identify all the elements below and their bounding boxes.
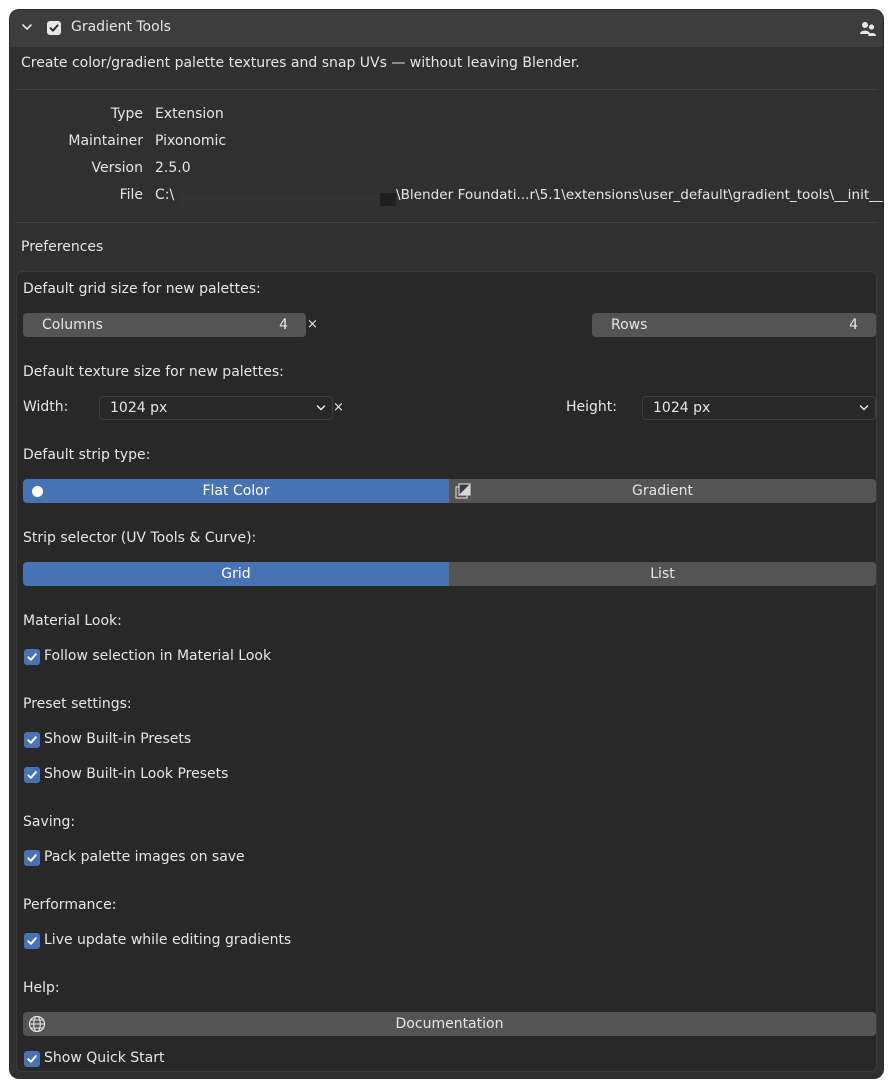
rows-label: Rows xyxy=(611,317,648,333)
checkmark-icon xyxy=(49,24,59,32)
preferences-title: Preferences xyxy=(21,239,104,255)
gradient-icon xyxy=(455,483,471,499)
addon-panel: Gradient Tools Create color/gradient pal… xyxy=(10,10,883,1078)
version-label: Version xyxy=(91,160,143,176)
rows-field[interactable]: Rows 4 xyxy=(592,313,876,337)
redacted-path-block xyxy=(380,193,396,206)
checkmark-icon xyxy=(27,653,37,661)
grid-times-symbol: × xyxy=(307,317,318,332)
user-group-icon[interactable] xyxy=(859,20,877,38)
circle-icon xyxy=(32,486,43,497)
texture-times-symbol: × xyxy=(333,400,344,415)
rows-value: 4 xyxy=(849,317,858,333)
strip-type-label: Default strip type: xyxy=(23,447,151,463)
live-update-checkbox[interactable] xyxy=(24,933,40,949)
follow-selection-checkbox[interactable] xyxy=(24,649,40,665)
saving-label: Saving: xyxy=(23,814,76,830)
chevron-down-icon xyxy=(859,405,869,411)
strip-selector-grid[interactable]: Grid xyxy=(23,562,449,586)
panel-header[interactable]: Gradient Tools xyxy=(10,10,883,47)
addon-description: Create color/gradient palette textures a… xyxy=(21,55,580,71)
flat-color-label: Flat Color xyxy=(202,483,270,499)
maintainer-value: Pixonomic xyxy=(155,133,227,149)
height-dropdown[interactable]: 1024 px xyxy=(642,396,876,420)
preferences-box: Default grid size for new palettes: Colu… xyxy=(16,271,877,1072)
checkmark-icon xyxy=(27,1055,37,1063)
chevron-down-icon xyxy=(316,405,326,411)
live-update-label[interactable]: Live update while editing gradients xyxy=(44,932,291,948)
show-builtin-presets-label[interactable]: Show Built-in Presets xyxy=(44,731,191,747)
documentation-button[interactable]: Documentation xyxy=(23,1012,876,1036)
columns-value: 4 xyxy=(279,317,288,333)
texture-size-label: Default texture size for new palettes: xyxy=(23,364,284,380)
list-option-label: List xyxy=(650,566,675,582)
checkmark-icon xyxy=(27,771,37,779)
gradient-label: Gradient xyxy=(632,483,693,499)
redacted-path xyxy=(181,194,396,207)
height-value: 1024 px xyxy=(653,400,711,416)
chevron-down-icon[interactable] xyxy=(22,22,32,32)
material-look-label: Material Look: xyxy=(23,613,122,629)
strip-type-gradient[interactable]: Gradient xyxy=(449,479,876,503)
width-dropdown[interactable]: 1024 px xyxy=(99,396,333,420)
divider xyxy=(15,222,878,223)
show-builtin-look-presets-label[interactable]: Show Built-in Look Presets xyxy=(44,766,228,782)
type-value: Extension xyxy=(155,106,224,122)
globe-icon xyxy=(28,1015,46,1033)
performance-label: Performance: xyxy=(23,897,117,913)
width-value: 1024 px xyxy=(110,400,168,416)
follow-selection-label[interactable]: Follow selection in Material Look xyxy=(44,648,271,664)
checkmark-icon xyxy=(27,854,37,862)
show-quick-start-label[interactable]: Show Quick Start xyxy=(44,1050,164,1066)
enable-addon-checkbox[interactable] xyxy=(47,21,61,35)
strip-type-flat-color[interactable]: Flat Color xyxy=(23,479,449,503)
pack-images-checkbox[interactable] xyxy=(24,850,40,866)
divider xyxy=(15,89,878,90)
checkmark-icon xyxy=(27,736,37,744)
strip-selector-list[interactable]: List xyxy=(449,562,876,586)
file-label: File xyxy=(119,187,143,203)
grid-size-label: Default grid size for new palettes: xyxy=(23,281,261,297)
show-builtin-look-presets-checkbox[interactable] xyxy=(24,767,40,783)
columns-field[interactable]: Columns 4 xyxy=(23,313,306,337)
file-path-suffix: \Blender Foundati...r\5.1\extensions\use… xyxy=(396,187,883,203)
show-quick-start-checkbox[interactable] xyxy=(24,1051,40,1067)
height-label: Height: xyxy=(566,399,617,415)
show-builtin-presets-checkbox[interactable] xyxy=(24,732,40,748)
version-value: 2.5.0 xyxy=(155,160,191,176)
grid-option-label: Grid xyxy=(221,566,251,582)
preset-settings-label: Preset settings: xyxy=(23,696,132,712)
help-label: Help: xyxy=(23,980,60,996)
documentation-label: Documentation xyxy=(395,1016,504,1032)
addon-title: Gradient Tools xyxy=(71,19,171,35)
type-label: Type xyxy=(110,106,143,122)
strip-selector-label: Strip selector (UV Tools & Curve): xyxy=(23,530,257,546)
checkmark-icon xyxy=(27,937,37,945)
width-label: Width: xyxy=(23,399,69,415)
maintainer-label: Maintainer xyxy=(68,133,143,149)
columns-label: Columns xyxy=(42,317,103,333)
file-path-prefix: C:\ xyxy=(155,187,175,203)
pack-images-label[interactable]: Pack palette images on save xyxy=(44,849,245,865)
